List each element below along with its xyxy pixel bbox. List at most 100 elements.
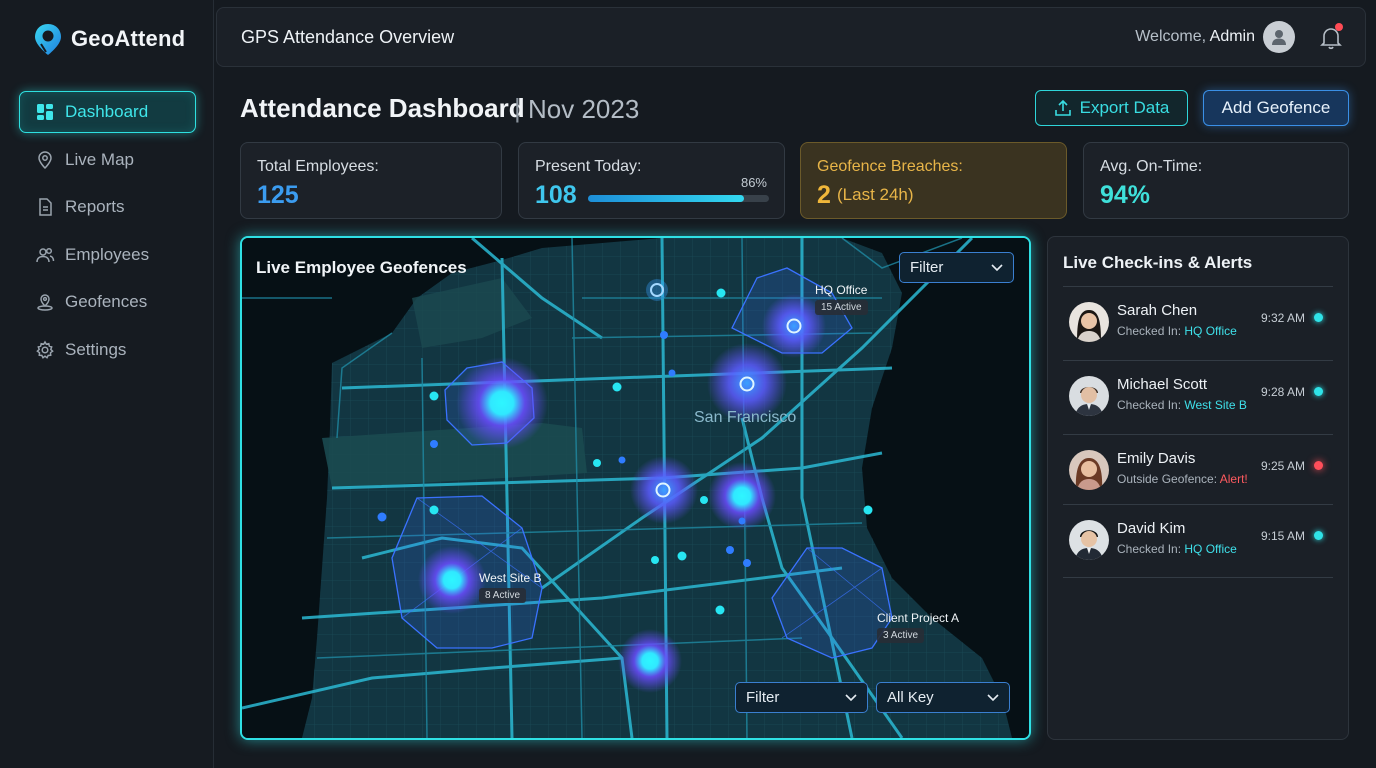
checkin-status: Outside Geofence: Alert!: [1117, 472, 1248, 486]
dashboard-icon: [37, 104, 53, 120]
page-title: Attendance Dashboard: [240, 93, 525, 123]
app-name: GeoAttend: [71, 26, 186, 51]
avatar: [1069, 376, 1109, 416]
checkin-name: Sarah Chen: [1117, 302, 1198, 319]
checkin-time: 9:32 AM: [1261, 311, 1306, 325]
checkin-name: Michael Scott: [1117, 376, 1208, 393]
geofence-label-hq[interactable]: HQ Office: [815, 283, 867, 297]
welcome-user: Admin: [1209, 28, 1255, 45]
geofence-map-panel[interactable]: Live Employee Geofences San Francisco HQ…: [240, 236, 1031, 740]
avatar: [1069, 520, 1109, 560]
map-filter-select[interactable]: Filter: [899, 252, 1014, 283]
checkin-item[interactable]: Michael Scott Checked In: West Site B 9:…: [1063, 360, 1333, 434]
sidebar-item-label: Employees: [65, 244, 150, 264]
present-percent: 86%: [740, 175, 767, 190]
live-checkins-panel: Live Check-ins & Alerts Sarah Chen Check…: [1047, 236, 1349, 740]
checkin-item[interactable]: Emily Davis Outside Geofence: Alert! 9:2…: [1063, 434, 1333, 508]
sidebar-item-label: Live Map: [65, 149, 134, 169]
geofence-label-west-site[interactable]: West Site B: [479, 571, 541, 585]
geofence-breaches-value: 2: [817, 181, 831, 209]
add-geofence-button[interactable]: Add Geofence: [1203, 90, 1349, 126]
map-key-value: All Key: [887, 689, 934, 706]
checkin-status: Checked In: HQ Office: [1117, 542, 1237, 556]
sidebar-nav: Dashboard Live Map Reports Employees Geo…: [19, 91, 196, 376]
status-indicator: [1314, 531, 1323, 540]
user-icon: [1272, 30, 1286, 45]
header-title: GPS Attendance Overview: [241, 27, 455, 47]
present-today-card: Present Today: 108 86%: [518, 142, 785, 219]
city-map[interactable]: [242, 238, 1029, 738]
sidebar-item-reports[interactable]: Reports: [19, 186, 196, 228]
status-indicator: [1314, 387, 1323, 396]
checkin-status-prefix: Checked In:: [1117, 542, 1182, 556]
checkin-location[interactable]: HQ Office: [1184, 542, 1236, 556]
checkin-time: 9:15 AM: [1261, 529, 1306, 543]
live-checkins-title: Live Check-ins & Alerts: [1063, 253, 1253, 272]
app-logo[interactable]: GeoAttend: [33, 22, 185, 56]
geofence-breaches-period: (Last 24h): [837, 185, 914, 204]
chevron-down-icon: [991, 263, 1003, 271]
checkin-time: 9:28 AM: [1261, 385, 1306, 399]
map-key-select[interactable]: All Key: [876, 682, 1010, 713]
location-logo-icon: [35, 24, 61, 55]
sidebar-item-dashboard[interactable]: Dashboard: [19, 91, 196, 133]
user-avatar[interactable]: [1263, 21, 1295, 53]
total-employees-card: Total Employees: 125: [240, 142, 502, 219]
gear-icon: [36, 340, 54, 359]
checkin-status-prefix: Checked In:: [1117, 324, 1182, 338]
sidebar-item-label: Reports: [65, 197, 125, 216]
present-today-value: 108: [535, 181, 577, 209]
on-time-card: Avg. On-Time: 94%: [1083, 142, 1349, 219]
checkin-status-prefix: Outside Geofence:: [1117, 472, 1218, 486]
map-filter-value: Filter: [910, 259, 944, 276]
checkin-name: Emily Davis: [1117, 450, 1196, 467]
present-progress-bar: [588, 195, 769, 202]
sidebar: GeoAttend Dashboard Live Map Reports Emp…: [0, 0, 214, 768]
checkin-location[interactable]: HQ Office: [1184, 324, 1236, 338]
sidebar-item-geofences[interactable]: Geofences: [19, 281, 196, 323]
sidebar-item-employees[interactable]: Employees: [19, 234, 196, 276]
status-indicator: [1314, 461, 1323, 470]
checkin-name: David Kim: [1117, 520, 1186, 537]
geofence-active-badge: 15 Active: [815, 300, 868, 315]
total-employees-value: 125: [257, 181, 299, 209]
checkin-status-prefix: Checked In:: [1117, 398, 1182, 412]
export-data-label: Export Data: [1079, 98, 1170, 117]
welcome-text: Welcome, Admin: [1135, 28, 1255, 46]
checkin-item[interactable]: David Kim Checked In: HQ Office 9:15 AM: [1063, 504, 1333, 578]
checkin-status: Checked In: HQ Office: [1117, 324, 1237, 338]
checkin-location[interactable]: West Site B: [1184, 398, 1246, 412]
geofence-active-badge: 8 Active: [479, 588, 527, 603]
users-icon: [36, 247, 55, 262]
document-icon: [39, 198, 52, 216]
upload-icon: [1054, 99, 1071, 116]
alert-text[interactable]: Alert!: [1220, 472, 1248, 486]
checkin-item[interactable]: Sarah Chen Checked In: HQ Office 9:32 AM: [1063, 286, 1333, 360]
export-data-button[interactable]: Export Data: [1035, 90, 1188, 126]
avatar: [1069, 450, 1109, 490]
sidebar-item-live-map[interactable]: Live Map: [19, 139, 196, 181]
notification-dot: [1335, 23, 1343, 31]
on-time-label: Avg. On-Time:: [1100, 158, 1203, 175]
city-label: San Francisco: [694, 409, 797, 426]
sidebar-item-label: Settings: [65, 339, 127, 359]
present-today-label: Present Today:: [535, 158, 642, 175]
sidebar-item-settings[interactable]: Settings: [19, 329, 196, 371]
geofence-label-client-project[interactable]: Client Project A: [877, 611, 959, 625]
sidebar-item-label: Geofences: [65, 292, 148, 311]
welcome-prefix: Welcome,: [1135, 28, 1207, 45]
page-month: Nov 2023: [528, 94, 640, 124]
present-progress-fill: [588, 195, 744, 202]
on-time-value: 94%: [1100, 181, 1151, 209]
map-bottom-filter-value: Filter: [746, 689, 780, 706]
add-geofence-label: Add Geofence: [1221, 98, 1331, 117]
chevron-down-icon: [987, 693, 999, 701]
title-separator: |: [514, 93, 521, 123]
geofence-breaches-card: Geofence Breaches: 2 (Last 24h): [800, 142, 1067, 219]
sidebar-item-label: Dashboard: [65, 102, 149, 121]
map-pin-icon: [38, 150, 52, 169]
map-title: Live Employee Geofences: [256, 258, 467, 277]
geofence-pin-icon: [37, 294, 53, 311]
map-bottom-filter-select[interactable]: Filter: [735, 682, 868, 713]
top-header: GPS Attendance Overview Welcome, Admin: [216, 7, 1366, 67]
